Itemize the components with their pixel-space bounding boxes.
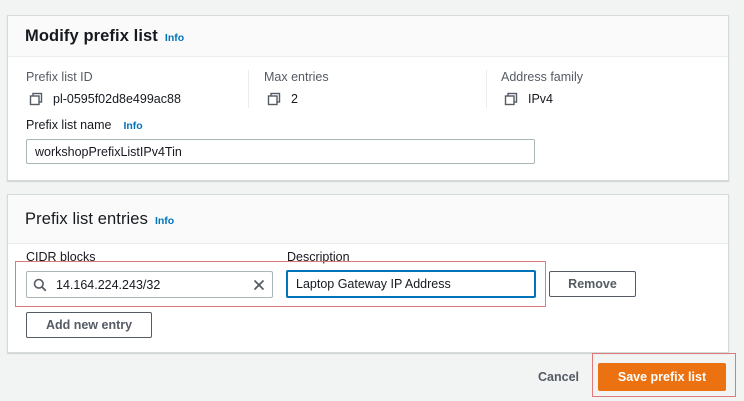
panel-header: Prefix list entries Info	[8, 195, 728, 244]
address-family-text: IPv4	[528, 92, 554, 106]
cidr-block-input[interactable]: 14.164.224.243/32	[26, 271, 273, 298]
divider	[248, 70, 249, 108]
prefix-list-id-text: pl-0595f02d8e499ac88	[53, 92, 181, 106]
copy-icon[interactable]	[267, 92, 281, 106]
save-prefix-list-button[interactable]: Save prefix list	[598, 363, 726, 391]
max-entries-value: 2	[267, 92, 298, 106]
panel-header: Modify prefix list Info	[8, 16, 728, 57]
prefix-list-name-label: Prefix list name	[26, 118, 112, 132]
cidr-block-value: 14.164.224.243/32	[56, 277, 161, 292]
copy-icon[interactable]	[504, 92, 518, 106]
remove-button[interactable]: Remove	[549, 271, 636, 297]
prefix-list-name-value: workshopPrefixListIPv4Tin	[35, 144, 182, 159]
page-title: Modify prefix list	[25, 26, 158, 45]
address-family-label: Address family	[501, 70, 583, 84]
prefix-list-id-label: Prefix list ID	[26, 70, 93, 84]
address-family-value: IPv4	[504, 92, 553, 106]
close-icon[interactable]	[253, 279, 265, 291]
cancel-button[interactable]: Cancel	[538, 370, 579, 384]
max-entries-text: 2	[291, 92, 298, 106]
max-entries-label: Max entries	[264, 70, 329, 84]
copy-icon[interactable]	[29, 92, 43, 106]
info-link[interactable]: Info	[155, 215, 174, 227]
modify-prefix-list-panel: Modify prefix list Info Prefix list ID p…	[7, 15, 729, 181]
description-input[interactable]: Laptop Gateway IP Address	[286, 270, 536, 298]
info-link[interactable]: Info	[165, 32, 184, 44]
info-link[interactable]: Info	[123, 120, 142, 132]
prefix-list-name-input[interactable]: workshopPrefixListIPv4Tin	[26, 139, 535, 164]
section-title: Prefix list entries	[25, 209, 148, 228]
description-value: Laptop Gateway IP Address	[296, 277, 451, 291]
prefix-list-entries-panel: Prefix list entries Info CIDR blocks Des…	[7, 194, 729, 353]
divider	[486, 70, 487, 108]
add-new-entry-button[interactable]: Add new entry	[26, 312, 152, 338]
prefix-list-name-label-row: Prefix list name Info	[26, 118, 143, 132]
search-icon	[33, 278, 47, 291]
prefix-list-id-value: pl-0595f02d8e499ac88	[29, 92, 181, 106]
